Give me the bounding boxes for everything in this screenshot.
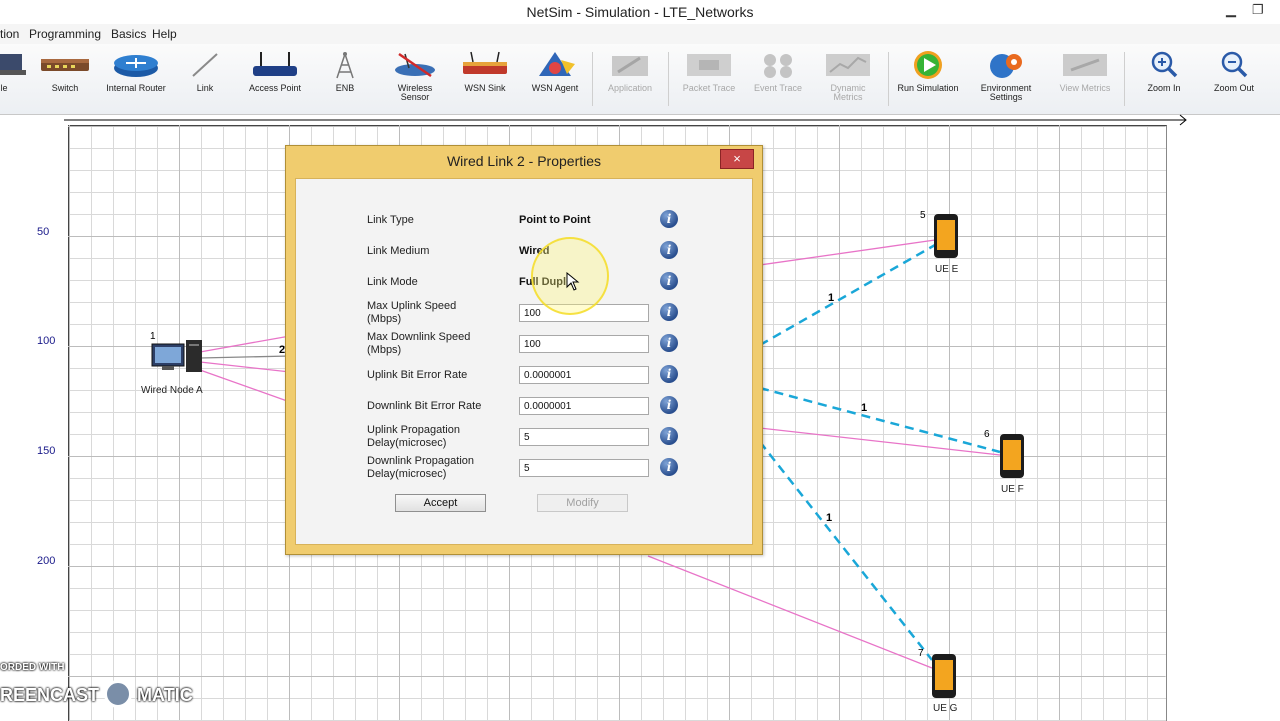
wired-link[interactable] xyxy=(199,369,291,403)
downlink-ber-input[interactable]: 0.0000001 xyxy=(519,397,649,415)
screencast-logo-icon xyxy=(104,680,133,708)
uplink-delay-input[interactable]: 5 xyxy=(519,428,649,446)
wired-link[interactable] xyxy=(199,361,291,373)
wired-link[interactable] xyxy=(199,355,291,359)
node-id: 7 xyxy=(918,648,924,659)
info-icon[interactable]: i xyxy=(660,303,678,321)
lte-link-ue-g[interactable] xyxy=(647,555,933,669)
wired-link[interactable] xyxy=(199,335,291,353)
link-id-label: 1 xyxy=(826,512,833,524)
watermark-text: ORDED WITH xyxy=(0,662,65,673)
mobile-phone-icon[interactable] xyxy=(932,212,960,260)
max-uplink-speed-label: Max Uplink Speed (Mbps) xyxy=(367,300,456,326)
desktop-computer-icon[interactable] xyxy=(148,338,208,378)
max-downlink-speed-input[interactable]: 100 xyxy=(519,335,649,353)
info-icon[interactable]: i xyxy=(660,458,678,476)
info-icon[interactable]: i xyxy=(660,396,678,414)
link-properties-dialog: Wired Link 2 - Properties × Link Type Po… xyxy=(285,145,763,555)
mobile-phone-icon[interactable] xyxy=(998,432,1026,480)
max-downlink-speed-label: Max Downlink Speed (Mbps) xyxy=(367,331,470,357)
node-label: UE F xyxy=(1001,484,1024,495)
info-icon[interactable]: i xyxy=(660,427,678,445)
info-icon[interactable]: i xyxy=(660,365,678,383)
uplink-delay-label: Uplink Propagation Delay(microsec) xyxy=(367,424,460,450)
wireless-link-ue-e[interactable] xyxy=(759,243,936,347)
link-type-label: Link Type xyxy=(367,214,414,226)
modify-button[interactable]: Modify xyxy=(537,494,628,512)
mouse-cursor-icon xyxy=(566,272,580,291)
info-icon[interactable]: i xyxy=(660,210,678,228)
link-type-value: Point to Point xyxy=(519,214,591,226)
label-line: Uplink Propagation xyxy=(367,424,460,436)
wireless-link-ue-f[interactable] xyxy=(759,386,1001,454)
accept-button[interactable]: Accept xyxy=(395,494,486,512)
downlink-delay-input[interactable]: 5 xyxy=(519,459,649,477)
label-line: Delay(microsec) xyxy=(367,468,447,480)
downlink-delay-label: Downlink Propagation Delay(microsec) xyxy=(367,455,474,481)
link-medium-label: Link Medium xyxy=(367,245,430,257)
label-line: Delay(microsec) xyxy=(367,437,447,449)
label-line: Max Downlink Speed xyxy=(367,331,471,343)
label-line: (Mbps) xyxy=(367,344,402,356)
watermark-text: REENCAST MATIC xyxy=(0,680,193,710)
link-mode-label: Link Mode xyxy=(367,276,418,288)
info-icon[interactable]: i xyxy=(660,272,678,290)
node-label: Wired Node A xyxy=(141,385,203,396)
close-button[interactable]: × xyxy=(720,149,754,169)
label-line: Max Uplink Speed xyxy=(367,300,457,312)
uplink-ber-label: Uplink Bit Error Rate xyxy=(367,369,468,381)
info-icon[interactable]: i xyxy=(660,334,678,352)
label-line: Downlink Propagation xyxy=(367,455,475,467)
link-id-label: 1 xyxy=(861,402,868,414)
node-label: UE E xyxy=(935,264,959,275)
dialog-title: Wired Link 2 - Properties xyxy=(446,153,602,169)
mobile-phone-icon[interactable] xyxy=(930,652,958,700)
screencast-watermark: ORDED WITH REENCAST MATIC xyxy=(0,660,200,720)
link-id-label: 1 xyxy=(828,292,835,304)
wireless-link-ue-g[interactable] xyxy=(759,441,933,661)
node-id: 5 xyxy=(920,210,926,221)
dialog-body: Link Type Point to Point i Link Medium W… xyxy=(295,178,753,545)
close-icon: × xyxy=(733,151,741,166)
info-icon[interactable]: i xyxy=(660,241,678,259)
label-line: (Mbps) xyxy=(367,313,402,325)
downlink-ber-label: Downlink Bit Error Rate xyxy=(367,400,482,412)
uplink-ber-input[interactable]: 0.0000001 xyxy=(519,366,649,384)
node-label: UE G xyxy=(933,703,958,714)
node-id: 6 xyxy=(984,429,990,440)
